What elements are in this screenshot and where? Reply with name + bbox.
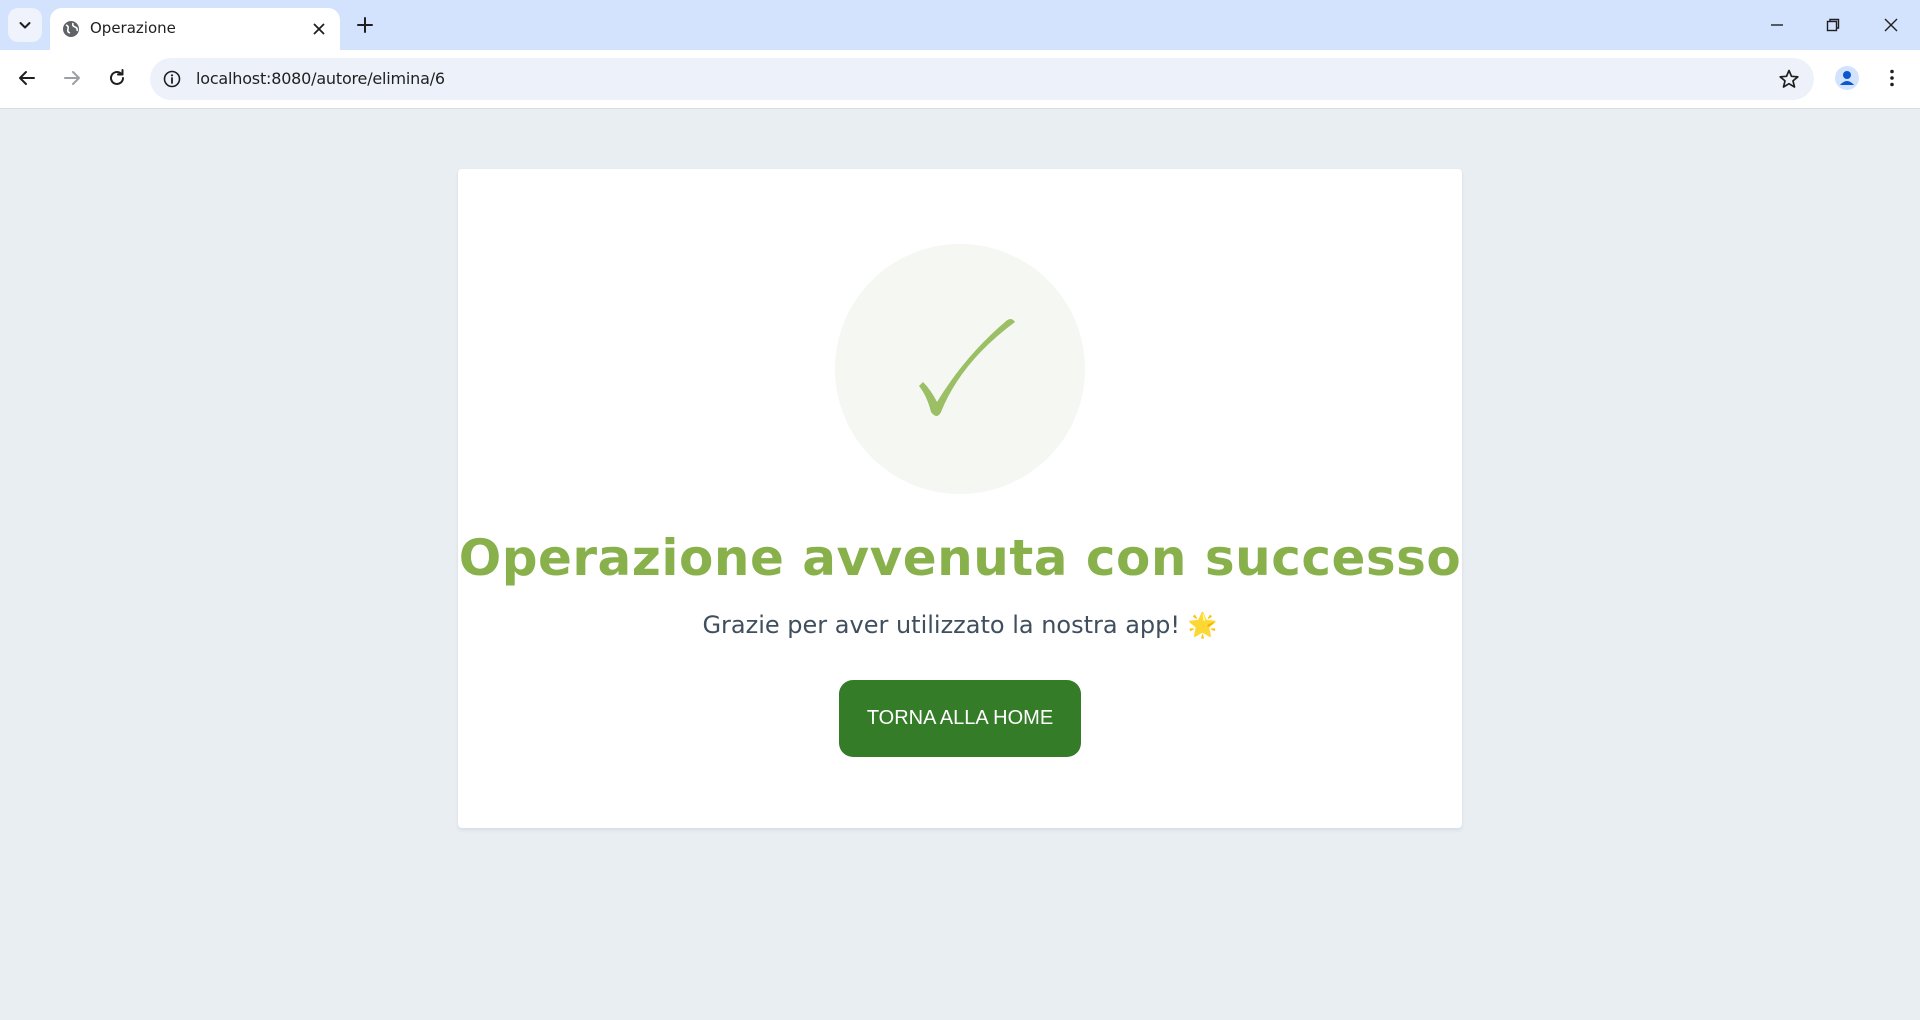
address-bar[interactable]: localhost:8080/autore/elimina/6 [150,58,1814,100]
minimize-icon[interactable] [1764,12,1790,38]
home-button[interactable]: TORNA ALLA HOME [839,680,1081,757]
forward-arrow-icon [64,71,80,85]
tab-title: Operazione [90,19,176,37]
reload-icon [110,69,124,85]
browser-toolbar: localhost:8080/autore/elimina/6 [0,50,1920,109]
menu-button[interactable] [1878,64,1906,92]
globe-icon [63,21,79,37]
info-icon[interactable] [162,69,182,89]
checkmark-icon [919,319,1015,416]
tab-search-button[interactable] [8,8,42,42]
profile-icon [1835,66,1859,90]
success-card: Operazione avvenuta con successo Grazie … [458,169,1462,828]
browser-tab[interactable]: Operazione [50,8,340,50]
star-icon[interactable] [1778,68,1800,90]
tab-strip: Operazione [0,0,1920,50]
restore-icon[interactable] [1820,12,1846,38]
kebab-menu-icon [1890,69,1894,87]
back-button[interactable] [13,64,41,92]
chevron-down-icon [19,22,31,29]
close-icon[interactable] [310,20,328,38]
check-circle [835,244,1085,494]
back-arrow-icon [19,71,35,85]
profile-button[interactable] [1833,64,1861,92]
reload-button[interactable] [103,64,131,92]
url-text[interactable]: localhost:8080/autore/elimina/6 [196,69,445,88]
close-window-icon[interactable] [1878,12,1904,38]
page-title: Operazione avvenuta con successo [458,529,1462,587]
forward-button[interactable] [58,64,86,92]
plus-icon[interactable] [354,14,376,36]
page-subtitle: Grazie per aver utilizzato la nostra app… [702,611,1218,639]
